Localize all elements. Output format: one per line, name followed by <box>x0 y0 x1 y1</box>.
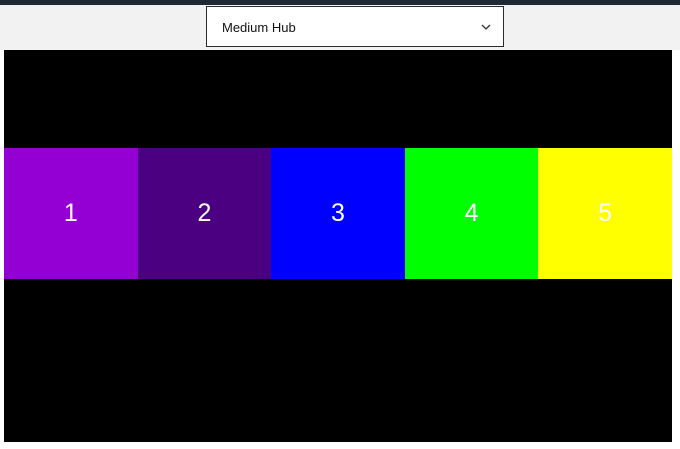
tile-label: 1 <box>63 199 78 227</box>
toolbar: Medium Hub <box>0 5 680 50</box>
tile-label: 3 <box>331 199 345 227</box>
color-tile-1[interactable]: 1 <box>4 148 138 279</box>
hub-select-value: Medium Hub <box>222 20 296 35</box>
color-tile-2[interactable]: 2 <box>137 148 272 279</box>
display-stage: 1 2 3 4 5 <box>4 50 672 442</box>
tile-label: 5 <box>598 199 613 227</box>
tile-label: 4 <box>464 199 479 227</box>
tile-label: 2 <box>197 199 212 227</box>
color-tile-3[interactable]: 3 <box>271 148 405 279</box>
color-tile-row: 1 2 3 4 5 <box>4 148 672 279</box>
color-tile-4[interactable]: 4 <box>404 148 539 279</box>
color-tile-5[interactable]: 5 <box>538 148 672 279</box>
chevron-down-icon <box>481 24 491 30</box>
hub-select-dropdown[interactable]: Medium Hub <box>206 6 504 47</box>
